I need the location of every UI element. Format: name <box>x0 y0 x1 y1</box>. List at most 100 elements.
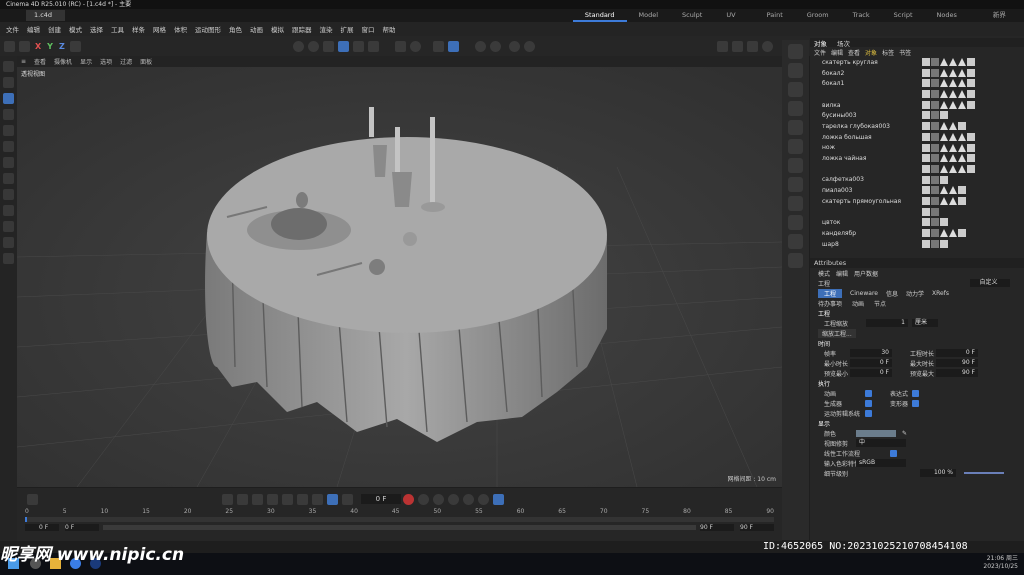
menu-select[interactable]: 选择 <box>86 24 107 34</box>
eyedropper-icon[interactable]: ✎ <box>902 430 907 437</box>
menu-mograph[interactable]: 运动图形 <box>191 24 225 34</box>
viewport-menu-display[interactable]: 显示 <box>76 57 96 66</box>
attr-tab-todo[interactable]: 待办事项 <box>818 299 842 308</box>
tool-extrude-icon[interactable] <box>3 205 14 216</box>
list-item[interactable]: вилка <box>810 100 1024 111</box>
preview-max-field[interactable]: 90 F <box>936 369 978 377</box>
tool-measure-icon[interactable] <box>3 253 14 264</box>
menu-window[interactable]: 窗口 <box>358 24 379 34</box>
menu-edit[interactable]: 编辑 <box>23 24 44 34</box>
record-icon[interactable] <box>403 493 414 505</box>
menu-mesh[interactable]: 网格 <box>149 24 170 34</box>
obj-menu-file[interactable]: 文件 <box>814 48 826 57</box>
min-time-field[interactable]: 0 F <box>850 359 892 367</box>
sound-icon[interactable] <box>342 493 353 505</box>
attr-tab-animation[interactable]: 动画 <box>852 299 864 308</box>
project-scale-field[interactable]: 1 <box>866 319 908 327</box>
end-frame-field[interactable]: 90 F <box>740 524 774 531</box>
timeline-ruler[interactable]: 0 5 10 15 20 25 30 35 40 45 50 55 60 65 70 75 80 85 90 <box>17 506 782 515</box>
layout-tab-standard[interactable]: Standard <box>572 9 627 22</box>
goto-start-icon[interactable] <box>222 493 233 505</box>
tool-paint-icon[interactable] <box>3 221 14 232</box>
picture-viewer-icon[interactable] <box>761 40 773 52</box>
camera-icon[interactable] <box>489 40 501 52</box>
project-length-field[interactable]: 0 F <box>936 349 978 357</box>
pen-icon[interactable] <box>788 63 803 78</box>
list-item[interactable]: тарелка глубокая003 <box>810 121 1024 132</box>
preview-end-field[interactable]: 90 F <box>700 524 734 531</box>
menu-simulate[interactable]: 模拟 <box>267 24 288 34</box>
range-slider[interactable] <box>103 525 696 530</box>
param-key-icon[interactable] <box>493 493 504 505</box>
list-item[interactable]: скатерть круглая <box>810 57 1024 68</box>
tool-transform-icon[interactable] <box>3 141 14 152</box>
generator-icon[interactable] <box>788 120 803 135</box>
loop-icon[interactable] <box>327 493 338 505</box>
symmetry-icon[interactable] <box>508 40 520 52</box>
model-mode-icon[interactable] <box>337 40 349 52</box>
new-layout-button[interactable]: 新界面 <box>981 9 1024 32</box>
list-item[interactable]: ложка чайная <box>810 153 1024 164</box>
snap-icon[interactable] <box>394 40 406 52</box>
deformer-checkbox[interactable] <box>912 399 919 407</box>
deformer-icon[interactable] <box>788 158 803 173</box>
axis-x-toggle[interactable]: X <box>35 42 41 51</box>
preset-select[interactable]: 自定义 <box>970 279 1010 287</box>
tab-objects[interactable]: 对象 <box>814 38 827 48</box>
coordinate-system-icon[interactable] <box>69 40 81 52</box>
viewport-menu-panel[interactable]: 面板 <box>136 57 156 66</box>
layout-tab-paint[interactable]: Paint <box>755 9 795 22</box>
list-item[interactable]: бусины003 <box>810 110 1024 121</box>
menu-character[interactable]: 角色 <box>225 24 246 34</box>
lock-icon[interactable] <box>523 40 535 52</box>
layout-tab-sculpt[interactable]: Sculpt <box>670 9 714 22</box>
menu-tools[interactable]: 工具 <box>107 24 128 34</box>
motion-system-checkbox[interactable] <box>865 409 872 417</box>
keyframe-icon[interactable] <box>27 493 38 505</box>
obj-menu-view[interactable]: 查看 <box>848 48 860 57</box>
tool-spline-pen-icon[interactable] <box>3 173 14 184</box>
tab-takes[interactable]: 场次 <box>837 38 850 48</box>
list-item[interactable]: салфетка003 <box>810 175 1024 186</box>
menu-render[interactable]: 渲染 <box>316 24 337 34</box>
max-time-field[interactable]: 90 F <box>936 359 978 367</box>
polygons-mode-icon[interactable] <box>367 40 379 52</box>
tool-scale-icon[interactable] <box>3 125 14 136</box>
project-scale-unit-select[interactable]: 厘米 <box>912 319 938 327</box>
list-item[interactable]: скатерть прямоугольная <box>810 196 1024 207</box>
layout-tab-uvedit[interactable]: UV Edit <box>714 9 754 32</box>
fps-field[interactable]: 30 <box>850 349 892 357</box>
prev-frame-icon[interactable] <box>252 493 263 505</box>
menu-extensions[interactable]: 扩展 <box>337 24 358 34</box>
viewport-menu-cameras[interactable]: 摄像机 <box>50 57 76 66</box>
menu-create[interactable]: 创建 <box>44 24 65 34</box>
tiles-icon[interactable] <box>716 40 728 52</box>
attr-menu-edit[interactable]: 编辑 <box>836 269 848 278</box>
menu-spline[interactable]: 样条 <box>128 24 149 34</box>
viewport-menu-filter[interactable]: 过滤 <box>116 57 136 66</box>
perspective-viewport[interactable]: 透视视图 网格间距 : 10 cm <box>17 67 782 487</box>
axis-z-toggle[interactable]: Z <box>59 42 65 51</box>
points-mode-icon[interactable] <box>322 40 334 52</box>
attr-menu-mode[interactable]: 模式 <box>818 269 830 278</box>
menu-animate[interactable]: 动画 <box>246 24 267 34</box>
scene-icon[interactable] <box>788 196 803 211</box>
tool-brush-icon[interactable] <box>3 237 14 248</box>
color-swatch[interactable] <box>856 429 896 437</box>
sky-icon[interactable] <box>788 234 803 249</box>
list-item[interactable]: нож <box>810 143 1024 154</box>
document-tab[interactable]: 1.c4d * <box>26 10 65 30</box>
layout-tab-nodes[interactable]: Nodes <box>925 9 969 22</box>
light-icon[interactable] <box>474 40 486 52</box>
scale-key-icon[interactable] <box>478 493 489 505</box>
obj-menu-object[interactable]: 对象 <box>865 48 877 57</box>
position-key-icon[interactable] <box>448 493 459 505</box>
move-icon[interactable] <box>19 40 30 52</box>
hamburger-icon[interactable]: ≡ <box>17 58 30 65</box>
preview-start-field[interactable]: 0 F <box>65 524 99 531</box>
layout-tab-groom[interactable]: Groom <box>795 9 841 22</box>
timeline-track[interactable] <box>25 517 774 522</box>
animation-checkbox[interactable] <box>865 389 872 397</box>
field-icon[interactable] <box>788 177 803 192</box>
layout-tab-model[interactable]: Model <box>627 9 671 22</box>
